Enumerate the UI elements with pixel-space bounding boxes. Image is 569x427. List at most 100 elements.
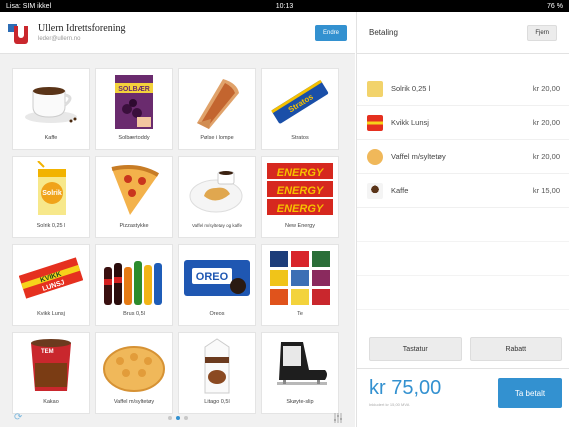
payment-title: Betaling [369, 28, 398, 37]
product-label: Pølse i lompe [200, 135, 234, 141]
oreo-pack-icon: OREO [184, 248, 250, 308]
product-tile[interactable]: Skøyte-slip [261, 332, 339, 414]
line-price: kr 20,00 [532, 118, 560, 127]
product-tile[interactable]: Pølse i lompe [178, 68, 256, 150]
empty-rows [357, 208, 569, 338]
order-line[interactable]: Solrik 0,25 l kr 20,00 [357, 72, 569, 106]
product-tile[interactable]: Pizzastykke [95, 156, 173, 238]
waffle-icon [367, 148, 383, 165]
battery-label: 76 % [547, 2, 563, 10]
clock: 10:13 [275, 2, 294, 10]
order-line[interactable]: Kaffe kr 15,00 [357, 174, 569, 208]
keypad-button[interactable]: Tastatur [369, 337, 462, 361]
vat-note: Inkludert kr 15,00 MVA [369, 402, 410, 407]
milk-carton-icon [184, 336, 250, 396]
line-price: kr 20,00 [532, 152, 560, 161]
kvikk-lunsj-icon [367, 114, 383, 131]
pager-bar: ⟳ [0, 409, 355, 427]
juice-box-icon: Solrik [18, 160, 84, 220]
line-price: kr 20,00 [532, 84, 560, 93]
product-label: Skøyte-slip [286, 399, 314, 405]
product-label: Vaffel m/syltetøy [113, 399, 155, 405]
product-label: Kaffe [44, 135, 58, 141]
order-line[interactable]: Kvikk Lunsj kr 20,00 [357, 106, 569, 140]
product-label: Kvikk Lunsj [37, 311, 65, 317]
edit-button[interactable]: Endre [314, 24, 347, 41]
total-amount: kr 75,00 [369, 377, 442, 399]
product-label: New Energy [285, 223, 315, 229]
product-tile[interactable]: Stratos Stratos [261, 68, 339, 150]
product-tile[interactable]: OREO Oreos [178, 244, 256, 326]
product-label: Vaffel m/syltetøy og kaffe [191, 223, 243, 228]
payment-panel: Betaling Fjern Solrik 0,25 l kr 20,00 Kv… [356, 12, 569, 427]
pizza-slice-icon [101, 160, 167, 220]
product-tile[interactable]: TEM Kakao [12, 332, 90, 414]
svg-text:Solrik: Solrik [42, 190, 62, 197]
product-grid: Kaffe SOLBÆR Solbærtoddy Pølse i lompe S… [12, 68, 347, 414]
club-logo-icon [8, 22, 30, 44]
status-bar: Lisa: SIM ikkel 10:13 76 % [0, 0, 569, 12]
coffee-cup-icon [367, 182, 383, 199]
page-dot[interactable] [167, 416, 172, 420]
action-row: Tastatur Rabatt [369, 337, 562, 361]
juice-box-icon [367, 80, 383, 97]
svg-text:ENERGY: ENERGY [277, 167, 325, 179]
page-indicator [167, 416, 188, 420]
product-tile[interactable]: Vaffel m/syltetøy [95, 332, 173, 414]
line-name: Vaffel m/syltetøy [391, 152, 446, 161]
charge-button[interactable]: Ta betalt [498, 378, 562, 408]
org-name: Ullern Idrettsforening [38, 23, 126, 34]
refresh-icon[interactable]: ⟳ [14, 412, 22, 423]
product-label: Brus 0,5l [123, 311, 145, 317]
product-tile[interactable]: KVIKK LUNSJ Kvikk Lunsj [12, 244, 90, 326]
line-name: Kaffe [391, 186, 409, 195]
svg-text:OREO: OREO [196, 271, 229, 283]
svg-text:SOLBÆR: SOLBÆR [118, 86, 150, 93]
order-lines: Solrik 0,25 l kr 20,00 Kvikk Lunsj kr 20… [357, 72, 569, 208]
waffle-icon [101, 336, 167, 396]
coffee-cup-icon [18, 72, 84, 132]
line-name: Solrik 0,25 l [391, 84, 431, 93]
product-label: Solbærtoddy [118, 135, 150, 141]
stratos-bar-icon: Stratos [267, 72, 333, 132]
soda-bottles-icon [101, 248, 167, 308]
sausage-lompe-icon [184, 72, 250, 132]
waffle-coffee-icon [184, 160, 250, 220]
tea-boxes-icon [267, 248, 333, 308]
sliders-icon[interactable] [333, 413, 343, 423]
line-name: Kvikk Lunsj [391, 118, 429, 127]
clear-button[interactable]: Fjern [527, 24, 557, 41]
cocoa-cup-icon: TEM [18, 336, 84, 396]
page-dot[interactable] [183, 416, 188, 420]
total-area: kr 75,00 Inkludert kr 15,00 MVA Ta betal… [357, 368, 569, 427]
product-label: Solrik 0,25 l [36, 223, 66, 229]
product-tile[interactable]: Brus 0,5l [95, 244, 173, 326]
kvikk-lunsj-icon: KVIKK LUNSJ [18, 248, 84, 308]
product-tile[interactable]: Vaffel m/syltetøy og kaffe [178, 156, 256, 238]
svg-text:ENERGY: ENERGY [277, 185, 325, 197]
org-header: Ullern Idrettsforening leder@ullern.no E… [0, 12, 355, 54]
energy-bars-icon: ENERGY ENERGY ENERGY [267, 160, 333, 220]
svg-text:TEM: TEM [41, 349, 54, 355]
svg-text:ENERGY: ENERGY [277, 203, 325, 215]
payment-header: Betaling Fjern [357, 12, 569, 54]
product-tile[interactable]: SOLBÆR Solbærtoddy [95, 68, 173, 150]
product-tile[interactable]: ENERGY ENERGY ENERGY New Energy [261, 156, 339, 238]
product-tile[interactable]: Kaffe [12, 68, 90, 150]
product-label: Pizzastykke [119, 223, 149, 229]
ice-skate-icon [267, 336, 333, 396]
order-line[interactable]: Vaffel m/syltetøy kr 20,00 [357, 140, 569, 174]
product-label: Stratos [291, 135, 309, 141]
product-label: Te [297, 311, 303, 317]
page-dot-active[interactable] [175, 416, 180, 420]
product-tile[interactable]: Solrik Solrik 0,25 l [12, 156, 90, 238]
product-label: Litago 0,5l [204, 399, 230, 405]
discount-button[interactable]: Rabatt [469, 337, 562, 361]
org-email: leder@ullern.no [38, 36, 81, 42]
carrier-label: Lisa: SIM ikkel [6, 2, 52, 10]
product-label: Oreos [209, 311, 225, 317]
solbaer-box-icon: SOLBÆR [101, 72, 167, 132]
product-panel: Ullern Idrettsforening leder@ullern.no E… [0, 12, 355, 427]
product-tile[interactable]: Litago 0,5l [178, 332, 256, 414]
product-tile[interactable]: Te [261, 244, 339, 326]
